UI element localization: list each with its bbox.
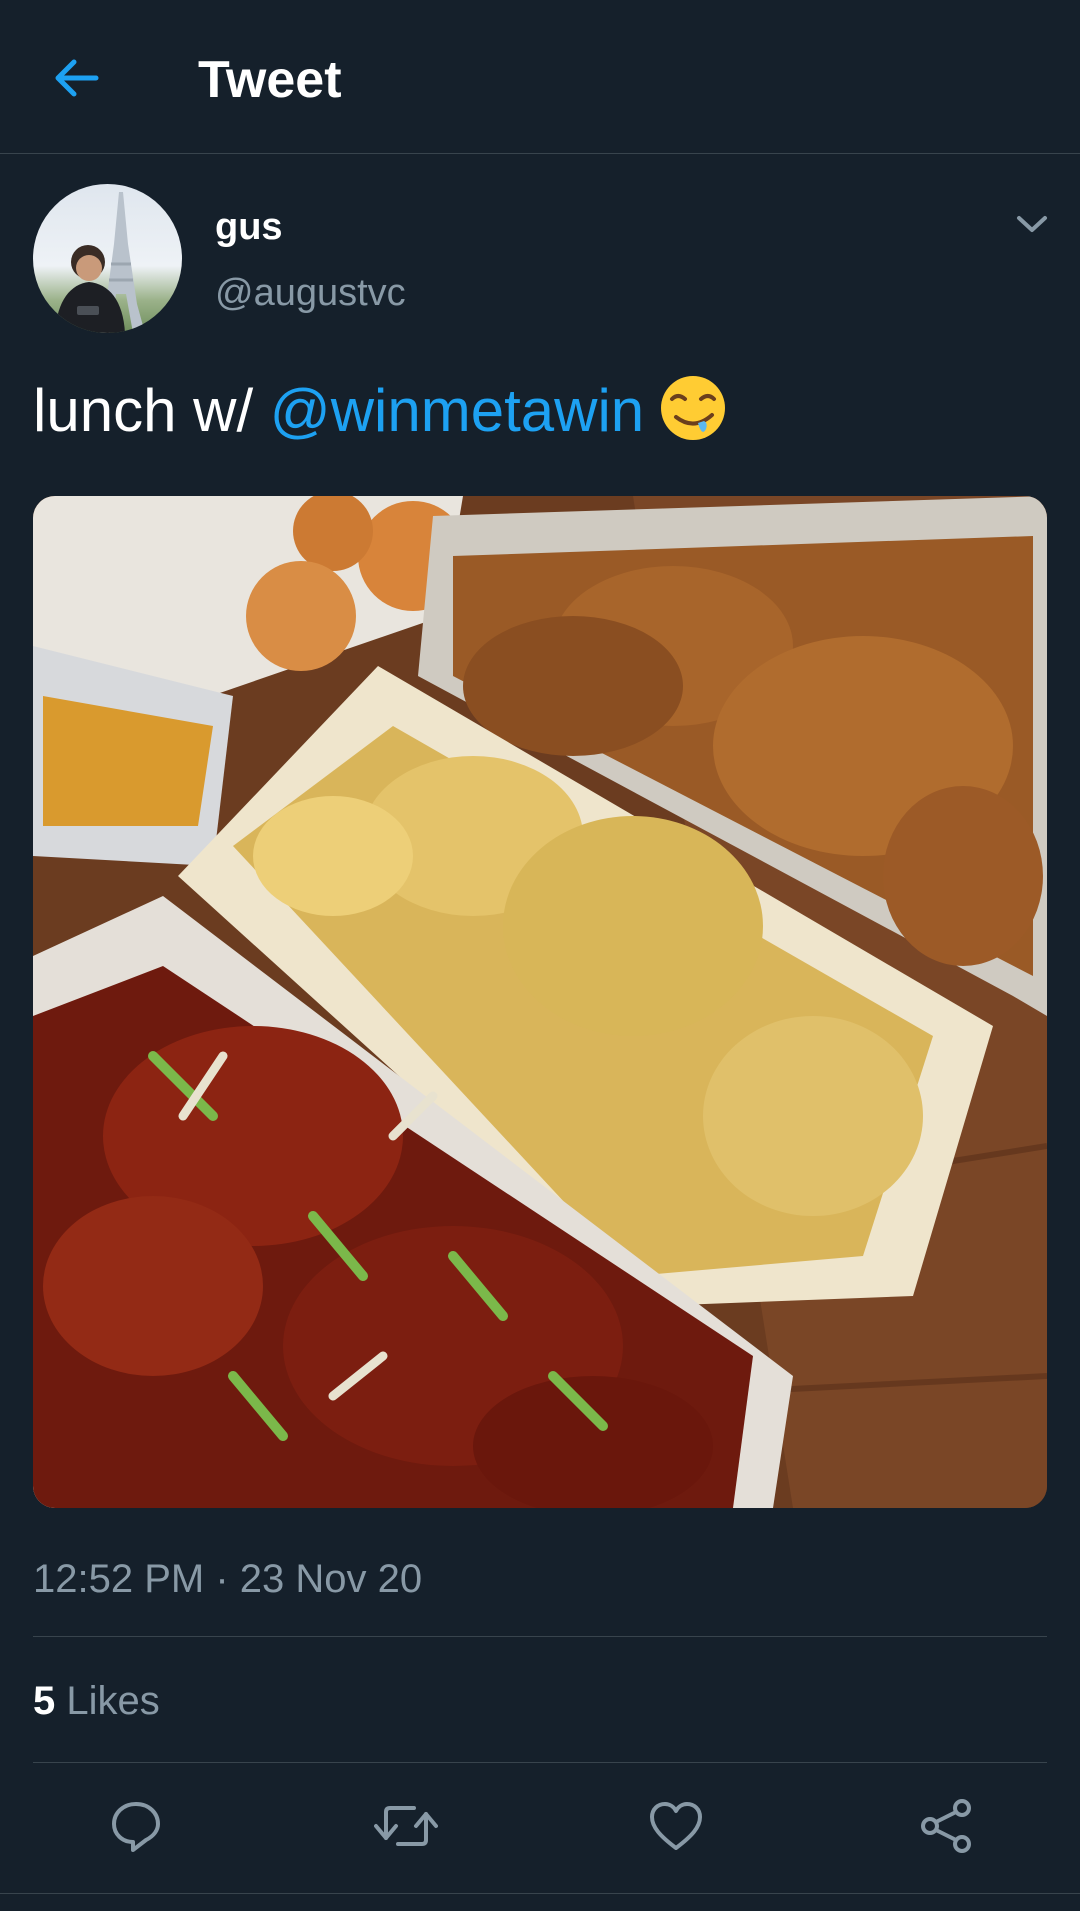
retweet-button[interactable]	[370, 1790, 442, 1862]
avatar[interactable]	[33, 184, 182, 333]
retweet-icon	[374, 1806, 438, 1846]
tweet-timestamp: 12:52 PM · 23 Nov 20	[33, 1557, 423, 1601]
heart-icon	[650, 1802, 702, 1850]
share-button[interactable]	[910, 1790, 982, 1862]
action-bar	[0, 1790, 1080, 1862]
drooling-face-emoji	[658, 373, 728, 462]
divider	[33, 1636, 1047, 1637]
author-handle[interactable]: @augustvc	[215, 270, 406, 316]
avatar-photo	[55, 192, 145, 333]
reply-button[interactable]	[100, 1790, 172, 1862]
divider	[33, 1762, 1047, 1763]
back-button[interactable]	[44, 46, 108, 110]
divider	[0, 1893, 1080, 1894]
likes-stat[interactable]: 5 Likes	[33, 1677, 160, 1725]
likes-count: 5	[33, 1679, 56, 1723]
mention-link[interactable]: @winmetawin	[270, 377, 644, 444]
author-name[interactable]: gus	[215, 204, 283, 250]
tweet-text-body: lunch w/	[33, 377, 270, 444]
tweet-text: lunch w/ @winmetawin	[33, 372, 728, 462]
chevron-down-icon	[1017, 216, 1047, 232]
top-bar: Tweet	[0, 0, 1080, 154]
reply-icon	[112, 1802, 160, 1852]
page-title: Tweet	[198, 51, 342, 109]
tweet-media[interactable]	[33, 496, 1047, 1508]
like-button[interactable]	[640, 1790, 712, 1862]
share-icon	[921, 1799, 971, 1853]
fried-chicken-photo	[33, 496, 1047, 1508]
more-options-button[interactable]	[1012, 204, 1052, 244]
arrow-left-icon	[55, 59, 99, 97]
likes-label: Likes	[66, 1679, 160, 1723]
